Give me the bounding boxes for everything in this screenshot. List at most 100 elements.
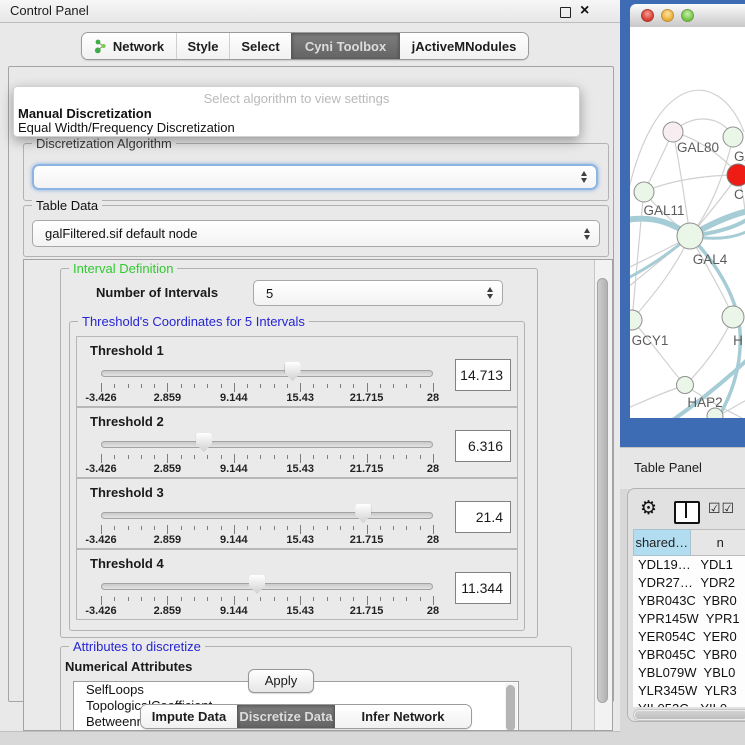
tick-label: 15.43 bbox=[286, 605, 314, 617]
tick-mark bbox=[327, 526, 328, 530]
table-cell[interactable]: YIL0 bbox=[693, 700, 745, 707]
tab-cyni-toolbox[interactable]: Cyni Toolbox bbox=[291, 33, 399, 59]
threshold-label: Threshold 2 bbox=[90, 414, 164, 429]
table-row[interactable]: YBR045CYBR0 bbox=[633, 646, 745, 664]
tick-mark bbox=[367, 383, 368, 392]
threshold-value-input[interactable]: 6.316 bbox=[455, 430, 511, 462]
tick-mark bbox=[406, 384, 407, 388]
popup-option-manual-discretization[interactable]: Manual Discretization bbox=[17, 106, 576, 121]
table-cell[interactable]: YBR043C bbox=[633, 592, 696, 610]
table-cell[interactable]: YIL052C bbox=[633, 700, 693, 707]
table-row[interactable]: YBR043CYBR0 bbox=[633, 592, 745, 610]
node[interactable] bbox=[722, 306, 744, 328]
table-cell[interactable]: YLR3 bbox=[697, 682, 745, 700]
gear-icon[interactable]: ⚙ bbox=[640, 497, 657, 519]
network-canvas[interactable]: GAL80 GA C GAL11 GAL4 GCY1 H HAP2 bbox=[630, 27, 745, 418]
tick-mark bbox=[181, 597, 182, 601]
table-row[interactable]: YER054CYER0 bbox=[633, 628, 745, 646]
tab-style[interactable]: Style bbox=[176, 33, 229, 59]
tab-impute-data[interactable]: Impute Data bbox=[141, 705, 237, 728]
tick-mark bbox=[221, 384, 222, 388]
threshold-value-input[interactable]: 11.344 bbox=[455, 572, 511, 604]
close-panel-icon[interactable]: × bbox=[580, 1, 589, 21]
apply-button[interactable]: Apply bbox=[248, 669, 314, 693]
tick-label: 9.144 bbox=[220, 605, 248, 617]
table-cell[interactable]: YER0 bbox=[696, 628, 745, 646]
node-label: HAP2 bbox=[687, 395, 722, 410]
algorithm-combobox[interactable] bbox=[32, 164, 598, 190]
node[interactable] bbox=[677, 377, 694, 394]
table-cell[interactable]: YBR045C bbox=[633, 646, 696, 664]
tick-mark bbox=[114, 455, 115, 459]
threshold-value-input[interactable]: 21.4 bbox=[455, 501, 511, 533]
columns-icon[interactable] bbox=[674, 501, 700, 524]
tick-mark bbox=[194, 526, 195, 530]
number-of-intervals-combobox[interactable]: 5 bbox=[253, 280, 503, 306]
table-cell[interactable]: YDL1 bbox=[693, 556, 745, 574]
slider-tick-labels: -3.4262.8599.14415.4321.71528 bbox=[101, 534, 433, 546]
table-cell[interactable]: YPR1 bbox=[699, 610, 745, 628]
scrollbar-thumb[interactable] bbox=[506, 685, 515, 731]
table-cell[interactable]: YBL0 bbox=[697, 664, 745, 682]
table-row[interactable]: YBL079WYBL0 bbox=[633, 664, 745, 682]
scrollbar-thumb[interactable] bbox=[597, 278, 608, 703]
table-cell[interactable]: YBL079W bbox=[633, 664, 697, 682]
scrollbar-thumb[interactable] bbox=[635, 711, 745, 719]
table-cell[interactable]: YDR27… bbox=[633, 574, 693, 592]
list-scrollbar[interactable] bbox=[505, 683, 517, 731]
table-data-combobox[interactable]: galFiltered.sif default node bbox=[32, 220, 600, 247]
table-row[interactable]: YLR345WYLR3 bbox=[633, 682, 745, 700]
tick-mark bbox=[287, 597, 288, 601]
node[interactable] bbox=[634, 182, 654, 202]
node-selected-red[interactable] bbox=[727, 164, 745, 186]
threshold-3-panel: Threshold 3 -3.4262.8599.14415.4321.7152… bbox=[76, 478, 518, 549]
minimize-traffic-light[interactable] bbox=[661, 9, 674, 22]
column-header-shared-name[interactable]: shared… bbox=[633, 529, 691, 556]
intervals-selected-value: 5 bbox=[266, 286, 273, 301]
table-cell[interactable]: YLR345W bbox=[633, 682, 697, 700]
zoom-traffic-light[interactable] bbox=[681, 9, 694, 22]
table-row[interactable]: YDL19…YDL1 bbox=[633, 556, 745, 574]
slider-thumb[interactable] bbox=[196, 433, 212, 452]
node[interactable] bbox=[677, 223, 703, 249]
column-header-name[interactable]: n bbox=[691, 529, 745, 556]
table-cell[interactable]: YPR145W bbox=[633, 610, 699, 628]
tick-mark bbox=[247, 526, 248, 530]
table-cell[interactable]: YDL19… bbox=[633, 556, 693, 574]
tick-mark bbox=[141, 526, 142, 530]
popup-prompt-item[interactable]: Select algorithm to view settings bbox=[14, 91, 579, 106]
table-data-group: Table Data galFiltered.sif default node bbox=[23, 205, 609, 257]
close-traffic-light[interactable] bbox=[641, 9, 654, 22]
tab-discretize-data[interactable]: Discretize Data bbox=[237, 705, 334, 728]
table-cell[interactable]: YER054C bbox=[633, 628, 696, 646]
slider-thumb[interactable] bbox=[285, 362, 301, 381]
float-panel-icon[interactable] bbox=[560, 7, 571, 18]
slider-thumb[interactable] bbox=[249, 575, 265, 594]
tick-mark bbox=[260, 384, 261, 388]
table-cell[interactable]: YBR0 bbox=[696, 592, 745, 610]
select-checkboxes-icon[interactable]: ☑☑ bbox=[708, 501, 735, 517]
node[interactable] bbox=[630, 310, 642, 330]
tab-infer-network[interactable]: Infer Network bbox=[334, 705, 471, 728]
tick-label: 15.43 bbox=[286, 534, 314, 546]
table-cell[interactable]: YBR0 bbox=[696, 646, 745, 664]
threshold-value-input[interactable]: 14.713 bbox=[455, 359, 511, 391]
table-cell[interactable]: YDR2 bbox=[693, 574, 745, 592]
tick-mark bbox=[393, 384, 394, 388]
tick-mark bbox=[234, 525, 235, 534]
table-horizontal-scrollbar[interactable] bbox=[633, 709, 745, 721]
tick-mark bbox=[274, 597, 275, 601]
node[interactable] bbox=[723, 127, 743, 147]
popup-option-equal-width-frequency[interactable]: Equal Width/Frequency Discretization bbox=[17, 120, 576, 135]
tab-select[interactable]: Select bbox=[229, 33, 291, 59]
tab-network[interactable]: Network bbox=[82, 33, 176, 59]
table-row[interactable]: YPR145WYPR1 bbox=[633, 610, 745, 628]
slider-thumb[interactable] bbox=[355, 504, 371, 523]
tick-label: 28 bbox=[427, 534, 439, 546]
table-row[interactable]: YIL052CYIL0 bbox=[633, 700, 745, 707]
network-window-titlebar[interactable] bbox=[630, 4, 745, 28]
node[interactable] bbox=[663, 122, 683, 142]
tab-jactivemnodules[interactable]: jActiveMNodules bbox=[399, 33, 528, 59]
table-row[interactable]: YDR27…YDR2 bbox=[633, 574, 745, 592]
settings-scrollbar[interactable] bbox=[594, 260, 612, 730]
